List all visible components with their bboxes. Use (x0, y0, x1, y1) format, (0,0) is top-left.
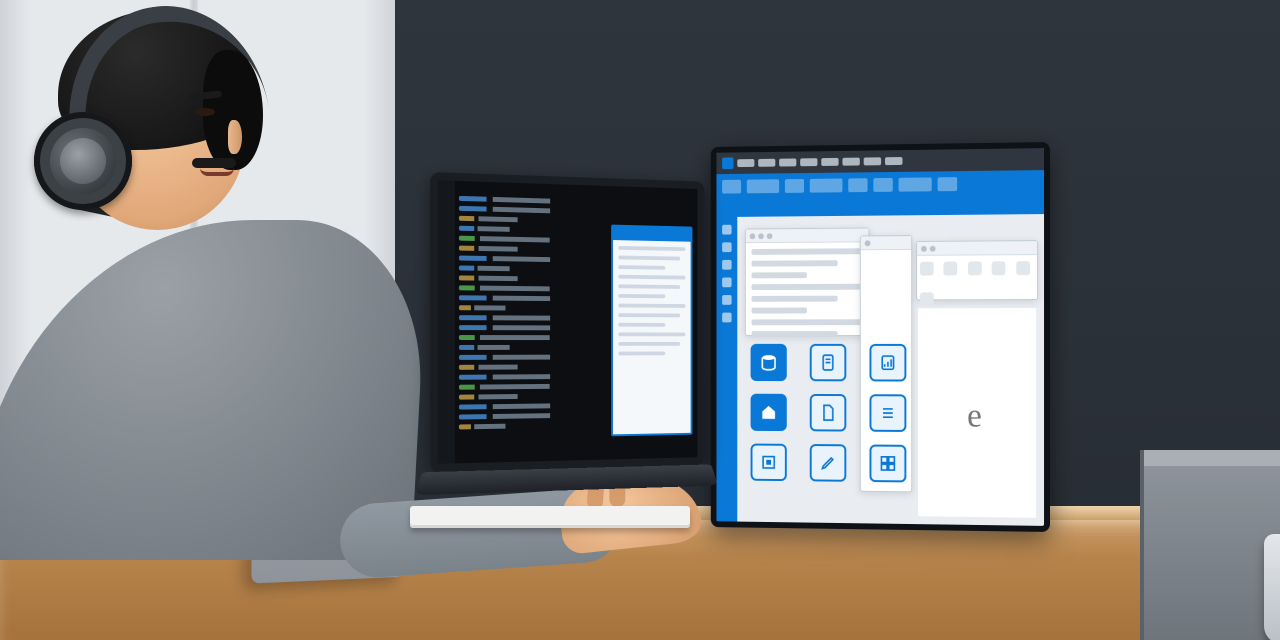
tool-icon (944, 262, 958, 276)
page-icon (810, 394, 847, 432)
report-icon (869, 344, 906, 382)
floating-window-1 (745, 228, 870, 337)
app-tile (862, 344, 914, 385)
side-cabinet (1140, 450, 1280, 640)
sidebar-item (722, 260, 731, 270)
app-logo-icon (722, 157, 733, 169)
tool-icon (1016, 261, 1030, 275)
tool-icon (992, 261, 1006, 275)
module-icon (751, 444, 787, 482)
grid-icon (869, 445, 906, 483)
sidebar-item (722, 242, 731, 252)
app-tile (802, 344, 854, 384)
app-tile (743, 443, 794, 484)
sidebar-item (722, 225, 731, 235)
edit-icon (810, 444, 847, 482)
app-tile (802, 444, 854, 485)
home-icon (751, 394, 787, 431)
tool-icon (920, 292, 934, 306)
external-monitor: e (711, 142, 1050, 532)
code-editor (459, 191, 609, 453)
app-tile (743, 344, 794, 384)
laptop-screen (430, 172, 704, 472)
app-tile (802, 394, 854, 435)
tool-icon (920, 262, 934, 276)
editor-gutter (438, 180, 455, 464)
app-sidebar (716, 217, 737, 522)
signature-glyph: e (966, 397, 982, 435)
panel-header (613, 227, 691, 242)
app-ribbon (716, 170, 1044, 217)
app-icon-grid (743, 344, 916, 486)
document-icon (810, 344, 847, 381)
sidebar-item (722, 313, 731, 323)
app-tile (862, 394, 914, 435)
app-tile (862, 444, 914, 485)
list-icon (869, 394, 906, 432)
app-tile (743, 394, 794, 434)
laptop (430, 172, 704, 512)
floating-toolbar (916, 240, 1038, 300)
tool-icon (968, 261, 982, 275)
monitor-frame: e (711, 142, 1050, 532)
monitor-stand (1264, 534, 1280, 640)
editor-side-panel (611, 225, 692, 437)
sidebar-item (722, 295, 731, 305)
database-icon (751, 344, 787, 381)
sidebar-item (722, 277, 731, 287)
workspace-illustration: e (0, 0, 1280, 640)
